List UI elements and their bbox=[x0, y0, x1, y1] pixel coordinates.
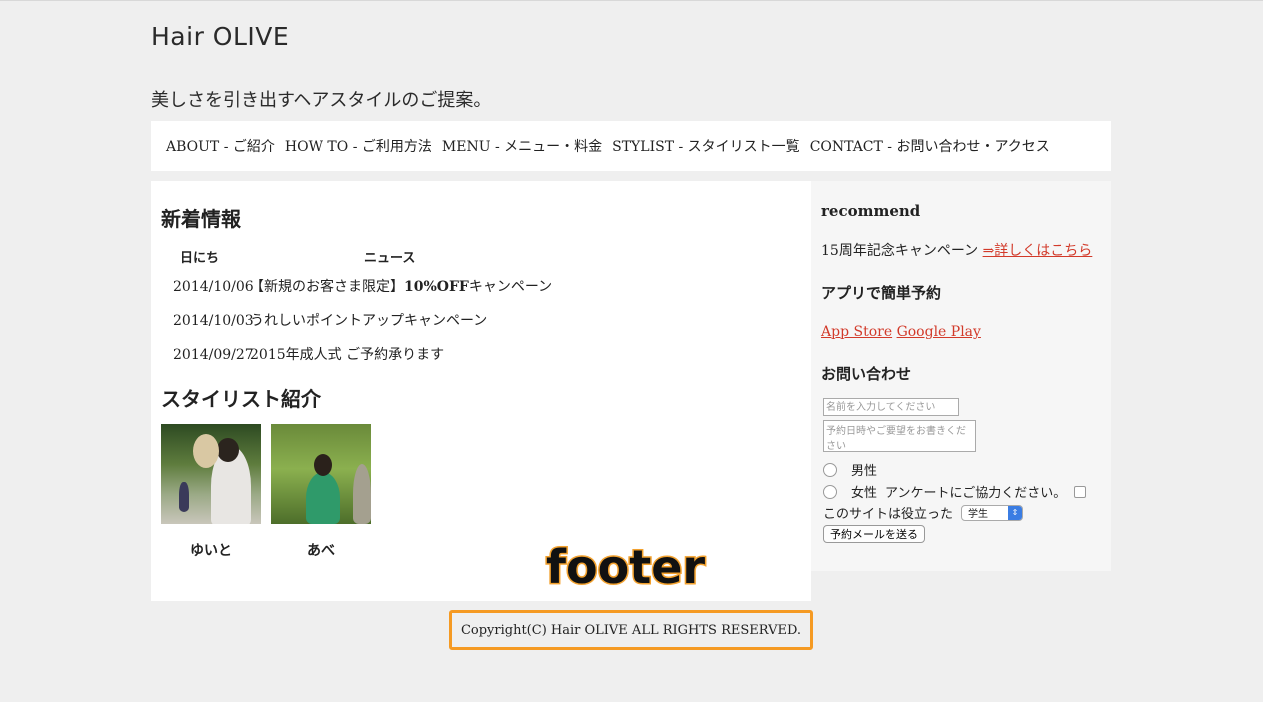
sidebar: recommend 15周年記念キャンペーン ⇒詳しくはこちら アプリで簡単予約… bbox=[811, 181, 1111, 571]
survey-label: アンケートにご協力ください。 bbox=[885, 486, 1067, 501]
useful-select[interactable]: 学生 ⇕ bbox=[961, 504, 1024, 521]
news-row: 2014/10/06【新規のお客さま限定】10%OFFキャンペーン bbox=[173, 276, 552, 296]
gender-male-row: 男性 bbox=[823, 460, 877, 479]
male-label: 男性 bbox=[851, 464, 878, 479]
news-date: 2014/10/03 bbox=[173, 313, 254, 329]
site-tagline: 美しさを引き出すヘアスタイルのご提案。 bbox=[151, 90, 492, 111]
news-row: 2014/09/272015年成人式 ご予約承ります bbox=[173, 344, 444, 364]
stylist-heading: スタイリスト紹介 bbox=[161, 387, 321, 411]
recommend-heading: recommend bbox=[821, 202, 921, 220]
stylist-name: あべ bbox=[307, 543, 335, 559]
app-store-link[interactable]: App Store bbox=[821, 324, 892, 340]
useful-row: このサイトは役立った 学生 ⇕ bbox=[823, 503, 1024, 522]
copyright-text: Copyright(C) Hair OLIVE ALL RIGHTS RESER… bbox=[460, 622, 802, 638]
campaign-text: 15周年記念キャンペーン bbox=[821, 243, 983, 259]
name-input[interactable] bbox=[823, 398, 959, 416]
news-text-tail: キャンペーン bbox=[468, 279, 553, 295]
nav-item-about[interactable]: ABOUT - ご紹介 bbox=[166, 136, 275, 156]
chevron-updown-icon: ⇕ bbox=[1008, 505, 1023, 520]
site-logo[interactable]: Hair OLIVE bbox=[151, 22, 289, 51]
campaign-line: 15周年記念キャンペーン ⇒詳しくはこちら bbox=[821, 240, 1092, 260]
news-heading: 新着情報 bbox=[161, 207, 241, 231]
google-play-link[interactable]: Google Play bbox=[897, 324, 981, 340]
stylist-photo[interactable] bbox=[271, 424, 371, 524]
stylist-card[interactable]: あべ bbox=[271, 424, 371, 560]
stylist-name: ゆいと bbox=[190, 543, 232, 559]
message-textarea[interactable] bbox=[823, 420, 976, 452]
campaign-link[interactable]: ⇒詳しくはこちら bbox=[983, 243, 1093, 259]
news-text: うれしいポイントアップキャンペーン bbox=[250, 313, 488, 329]
news-text: 2015年成人式 ご予約承ります bbox=[250, 347, 445, 363]
contact-heading: お問い合わせ bbox=[821, 365, 912, 383]
male-radio[interactable] bbox=[823, 462, 837, 477]
main-content: 新着情報 日にち ニュース 2014/10/06【新規のお客さま限定】10%OF… bbox=[151, 181, 811, 601]
news-date: 2014/10/06 bbox=[173, 279, 254, 295]
footer-annotation-label: footer bbox=[544, 539, 706, 596]
nav-item-stylist[interactable]: STYLIST - スタイリスト一覧 bbox=[612, 136, 800, 156]
nav-item-menu[interactable]: MENU - メニュー・料金 bbox=[442, 136, 602, 156]
app-links: App Store Google Play bbox=[821, 324, 981, 340]
female-label: 女性 bbox=[851, 486, 878, 501]
news-text: 【新規のお客さま限定】 bbox=[250, 279, 404, 295]
news-col-date: 日にち bbox=[180, 251, 220, 266]
stylist-photo[interactable] bbox=[161, 424, 261, 524]
useful-label: このサイトは役立った bbox=[823, 507, 954, 522]
footer: Copyright(C) Hair OLIVE ALL RIGHTS RESER… bbox=[449, 610, 813, 650]
nav-item-contact[interactable]: CONTACT - お問い合わせ・アクセス bbox=[810, 136, 1050, 156]
app-heading: アプリで簡単予約 bbox=[821, 284, 942, 302]
news-date: 2014/09/27 bbox=[173, 347, 254, 363]
useful-select-value: 学生 bbox=[968, 509, 989, 520]
news-row: 2014/10/03うれしいポイントアップキャンペーン bbox=[173, 310, 487, 330]
stylist-card[interactable]: ゆいと bbox=[161, 424, 261, 560]
submit-button[interactable]: 予約メールを送る bbox=[823, 525, 925, 543]
female-radio[interactable] bbox=[823, 484, 837, 499]
stylist-list: ゆいと あべ bbox=[161, 424, 371, 560]
survey-checkbox[interactable] bbox=[1074, 485, 1087, 498]
global-nav: ABOUT - ご紹介 HOW TO - ご利用方法 MENU - メニュー・料… bbox=[151, 121, 1111, 171]
gender-female-row: 女性 アンケートにご協力ください。 bbox=[823, 482, 1087, 501]
nav-item-howto[interactable]: HOW TO - ご利用方法 bbox=[285, 136, 432, 156]
news-col-news: ニュース bbox=[364, 251, 416, 266]
top-border bbox=[0, 0, 1263, 1]
news-text-bold: 10%OFF bbox=[404, 279, 469, 295]
